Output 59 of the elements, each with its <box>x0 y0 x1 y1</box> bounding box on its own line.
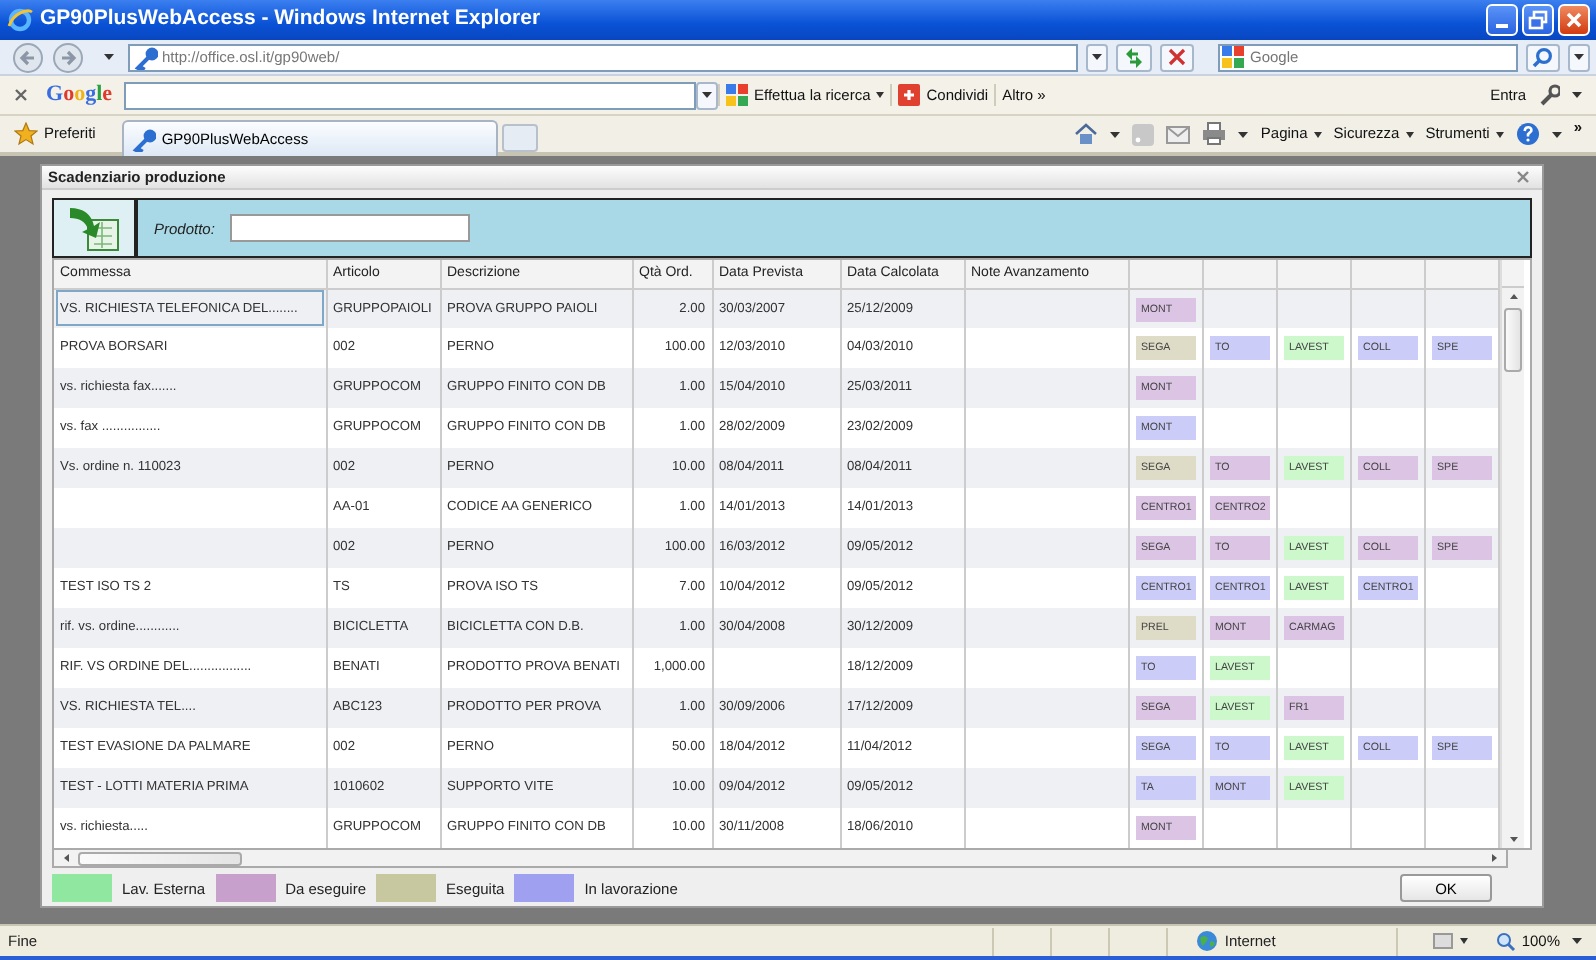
magnifier-icon <box>1495 931 1516 951</box>
refresh-icon <box>1122 45 1146 69</box>
caret-icon <box>1238 131 1249 137</box>
wrench-dropdown[interactable] <box>1566 92 1588 98</box>
caret-icon <box>1313 131 1322 137</box>
product-field[interactable] <box>230 214 471 243</box>
caret-icon <box>1572 938 1582 944</box>
caret-icon <box>1092 54 1102 60</box>
search-button[interactable] <box>1526 43 1560 71</box>
export-button[interactable] <box>54 200 138 257</box>
caret-icon <box>1495 131 1504 137</box>
minimize-button[interactable] <box>1486 4 1518 36</box>
print-icon <box>1202 122 1227 146</box>
scroll-right-icon[interactable] <box>1486 850 1502 867</box>
minimize-icon <box>1496 24 1508 28</box>
key-icon <box>131 127 156 151</box>
google-icon <box>726 84 749 106</box>
window-icon <box>1431 930 1454 952</box>
horizontal-scrollbar[interactable] <box>52 850 1508 869</box>
home-icon <box>1074 122 1099 146</box>
window-title: GP90PlusWebAccess - Windows Internet Explorer <box>40 4 541 35</box>
feeds-icon <box>1132 123 1155 145</box>
address-dropdown[interactable] <box>1086 43 1108 71</box>
search-options-dropdown[interactable] <box>1568 43 1590 71</box>
stop-icon <box>1166 46 1188 68</box>
toolbar-search-dropdown[interactable] <box>696 81 719 109</box>
spreadsheet-export-icon <box>66 202 122 255</box>
caret-icon <box>1572 92 1582 98</box>
ie-logo-icon <box>6 6 34 34</box>
search-icon <box>1532 46 1554 68</box>
help-icon <box>1515 122 1540 146</box>
caret-icon <box>702 92 713 98</box>
toolbar-search-field[interactable] <box>124 81 697 109</box>
site-key-icon <box>134 45 158 69</box>
globe-icon <box>1196 930 1219 952</box>
wrench-icon <box>1538 84 1560 106</box>
scroll-thumb[interactable] <box>1503 308 1521 373</box>
restore-button[interactable] <box>1522 4 1554 36</box>
caret-icon <box>1110 131 1121 137</box>
caret-icon <box>104 54 114 60</box>
google-logo: Google <box>46 80 113 111</box>
caret-icon <box>1405 131 1414 137</box>
star-icon <box>14 122 38 146</box>
history-dropdown[interactable] <box>98 54 120 60</box>
google-icon <box>1222 46 1244 68</box>
caret-icon <box>876 92 885 98</box>
caret-icon <box>1574 54 1584 60</box>
close-icon <box>1516 170 1530 185</box>
share-icon <box>898 84 921 106</box>
close-button[interactable] <box>1558 4 1590 36</box>
close-icon <box>14 88 28 102</box>
caret-icon <box>1551 131 1562 137</box>
zoom-dropdown[interactable] <box>1566 938 1588 944</box>
restore-icon <box>1528 10 1548 30</box>
caret-icon <box>1459 938 1468 944</box>
scroll-thumb[interactable] <box>78 851 242 866</box>
mail-icon <box>1166 123 1191 145</box>
close-icon <box>1564 10 1584 30</box>
stop-button[interactable] <box>1160 43 1194 71</box>
